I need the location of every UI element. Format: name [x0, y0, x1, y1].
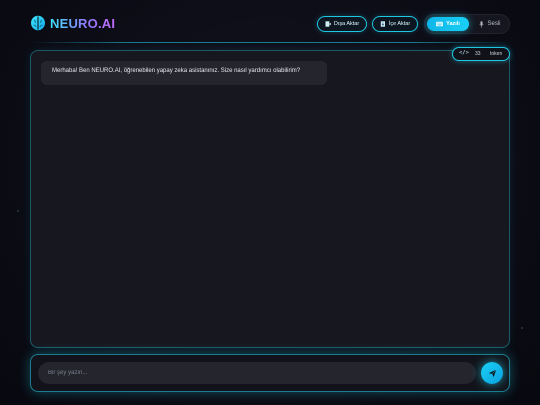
send-icon: [488, 369, 496, 377]
microphone-icon: [479, 20, 485, 28]
mode-voice-button[interactable]: Sesli: [473, 17, 507, 31]
mode-text-button[interactable]: Yazılı: [427, 17, 469, 31]
import-button[interactable]: İçe Aktar: [372, 16, 418, 32]
brand-name: NEURO.AI: [50, 15, 116, 31]
message-input[interactable]: [38, 362, 476, 384]
import-label: İçe Aktar: [388, 21, 411, 27]
token-unit: token: [490, 51, 503, 57]
token-counter: </> 33 token: [452, 47, 510, 61]
mode-voice-label: Sesli: [487, 21, 501, 27]
file-export-icon: [325, 21, 331, 27]
token-count: 33: [475, 51, 481, 57]
mode-toggle: Yazılı Sesli: [424, 14, 510, 34]
code-icon: </>: [459, 50, 469, 56]
background-particle: [521, 327, 523, 329]
send-button[interactable]: [481, 362, 503, 384]
chat-panel: [30, 50, 510, 348]
file-import-icon: [380, 21, 385, 27]
header-divider: [30, 42, 510, 43]
export-label: Dışa Aktar: [333, 21, 360, 27]
keyboard-icon: [436, 21, 443, 27]
assistant-message: Merhaba! Ben NEURO.AI, öğrenebilen yapay…: [41, 61, 327, 85]
export-button[interactable]: Dışa Aktar: [317, 16, 367, 32]
brain-icon: [31, 15, 45, 31]
mode-text-label: Yazılı: [446, 21, 460, 27]
app-header: NEURO.AI Dışa Aktar İçe Aktar Yazılı Ses…: [0, 0, 540, 48]
brand: NEURO.AI: [30, 15, 115, 31]
background-particle: [17, 210, 19, 212]
